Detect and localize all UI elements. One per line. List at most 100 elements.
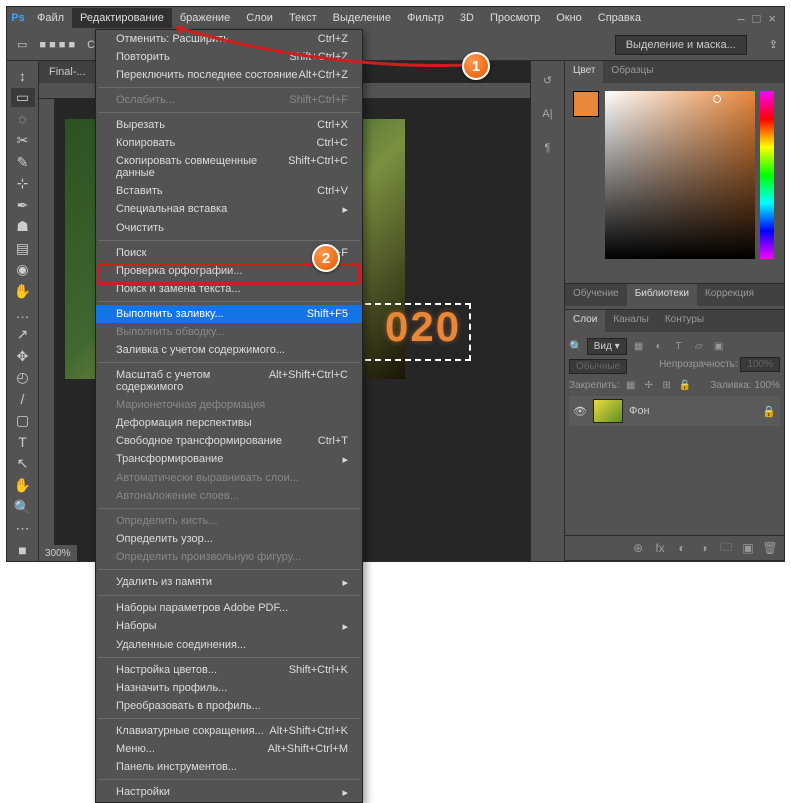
menu-item[interactable]: Заливка с учетом содержимого... bbox=[96, 341, 362, 359]
lock-position-icon[interactable]: ✢ bbox=[642, 378, 656, 392]
menu-item[interactable]: ПовторитьShift+Ctrl+Z bbox=[96, 48, 362, 66]
tool-13[interactable]: ✥ bbox=[11, 346, 35, 366]
tool-15[interactable]: / bbox=[11, 389, 35, 409]
opacity-field[interactable]: 100% bbox=[740, 357, 780, 372]
tool-11[interactable]: … bbox=[11, 303, 35, 323]
menu-item[interactable]: Отменить: РасширитьCtrl+Z bbox=[96, 30, 362, 48]
history-icon[interactable]: ↺ bbox=[537, 69, 559, 91]
tab-Коррекция[interactable]: Коррекция bbox=[697, 284, 762, 306]
tool-10[interactable]: ✋ bbox=[11, 282, 35, 302]
menu-item[interactable]: Скопировать совмещенные данныеShift+Ctrl… bbox=[96, 152, 362, 182]
menu-окно[interactable]: Окно bbox=[548, 8, 590, 28]
filter-smart-icon[interactable]: ▣ bbox=[711, 339, 727, 355]
tool-7[interactable]: ☗ bbox=[11, 217, 35, 237]
menu-item[interactable]: Трансформирование▸ bbox=[96, 450, 362, 469]
tab-Обучение[interactable]: Обучение bbox=[565, 284, 627, 306]
menu-item[interactable]: Очистить bbox=[96, 219, 362, 237]
tab-Каналы[interactable]: Каналы bbox=[605, 310, 657, 332]
menu-3d[interactable]: 3D bbox=[452, 8, 482, 28]
menu-item[interactable]: Масштаб с учетом содержимогоAlt+Shift+Ct… bbox=[96, 366, 362, 396]
menu-текст[interactable]: Текст bbox=[281, 8, 325, 28]
menu-item[interactable]: Деформация перспективы bbox=[96, 414, 362, 432]
filter-type-icon[interactable]: T bbox=[671, 339, 687, 355]
menu-просмотр[interactable]: Просмотр bbox=[482, 8, 548, 28]
layer-mask-icon[interactable]: ◐ bbox=[674, 540, 690, 556]
tool-6[interactable]: ✒ bbox=[11, 195, 35, 215]
fill-field[interactable]: 100% bbox=[754, 380, 780, 391]
minimize-icon[interactable]: – bbox=[737, 11, 744, 26]
menu-item[interactable]: Панель инструментов... bbox=[96, 758, 362, 776]
menu-item[interactable]: КопироватьCtrl+C bbox=[96, 134, 362, 152]
tool-19[interactable]: ✋ bbox=[11, 476, 35, 496]
menu-item[interactable]: Наборы параметров Adobe PDF... bbox=[96, 599, 362, 617]
menu-item[interactable]: ВырезатьCtrl+X bbox=[96, 116, 362, 134]
tool-8[interactable]: ▤ bbox=[11, 239, 35, 259]
menu-item[interactable]: Меню...Alt+Shift+Ctrl+M bbox=[96, 740, 362, 758]
tool-0[interactable]: ↕ bbox=[11, 66, 35, 86]
menu-item[interactable]: Удалить из памяти▸ bbox=[96, 573, 362, 592]
tool-4[interactable]: ✎ bbox=[11, 152, 35, 172]
menu-item[interactable]: Настройка цветов...Shift+Ctrl+K bbox=[96, 661, 362, 679]
menu-item[interactable]: Выполнить заливку...Shift+F5 bbox=[96, 305, 362, 323]
tab-Библиотеки[interactable]: Библиотеки bbox=[627, 284, 697, 306]
menu-item[interactable]: Наборы▸ bbox=[96, 617, 362, 636]
menu-справка[interactable]: Справка bbox=[590, 8, 649, 28]
tool-5[interactable]: ⊹ bbox=[11, 174, 35, 194]
layer-group-icon[interactable]: 🗀 bbox=[718, 540, 734, 556]
menu-item[interactable]: Специальная вставка▸ bbox=[96, 200, 362, 219]
menu-фильтр[interactable]: Фильтр bbox=[399, 8, 452, 28]
delete-layer-icon[interactable]: 🗑 bbox=[762, 540, 778, 556]
tool-22[interactable]: ■ bbox=[11, 540, 35, 560]
marquee-icon[interactable]: ▭ bbox=[17, 38, 27, 51]
lock-artboard-icon[interactable]: ⊞ bbox=[660, 378, 674, 392]
color-field[interactable] bbox=[605, 91, 755, 259]
menu-item[interactable]: Настройки▸ bbox=[96, 783, 362, 802]
maximize-icon[interactable]: □ bbox=[753, 11, 761, 26]
tool-1[interactable]: ▭ bbox=[11, 88, 35, 108]
foreground-swatch[interactable] bbox=[573, 91, 599, 117]
tab-Цвет[interactable]: Цвет bbox=[565, 61, 603, 83]
tool-17[interactable]: T bbox=[11, 433, 35, 453]
tool-12[interactable]: ↗ bbox=[11, 325, 35, 345]
tool-14[interactable]: ◴ bbox=[11, 368, 35, 388]
select-and-mask-button[interactable]: Выделение и маска... bbox=[615, 35, 747, 55]
filter-shape-icon[interactable]: ▱ bbox=[691, 339, 707, 355]
visibility-icon[interactable]: 👁 bbox=[573, 405, 587, 418]
paragraph-icon[interactable]: ¶ bbox=[537, 137, 559, 159]
tool-2[interactable]: ◌ bbox=[11, 109, 35, 129]
menu-item[interactable]: ВставитьCtrl+V bbox=[96, 182, 362, 200]
layer-fx-icon[interactable]: fx bbox=[652, 540, 668, 556]
tab-Контуры[interactable]: Контуры bbox=[657, 310, 712, 332]
tool-20[interactable]: 🔍 bbox=[11, 497, 35, 517]
menu-редактирование[interactable]: Редактирование bbox=[72, 8, 172, 28]
new-layer-icon[interactable]: ▣ bbox=[740, 540, 756, 556]
lock-all-icon[interactable]: 🔒 bbox=[678, 378, 692, 392]
blend-mode-select[interactable]: Обычные bbox=[569, 359, 627, 374]
menu-бражение[interactable]: бражение bbox=[172, 8, 238, 28]
tool-3[interactable]: ✂ bbox=[11, 131, 35, 151]
menu-item[interactable]: Переключить последнее состояниеAlt+Ctrl+… bbox=[96, 66, 362, 84]
tab-Слои[interactable]: Слои bbox=[565, 310, 605, 332]
menu-item[interactable]: Определить узор... bbox=[96, 530, 362, 548]
tool-21[interactable]: ⋯ bbox=[11, 519, 35, 539]
share-icon[interactable]: ⇪ bbox=[769, 38, 778, 51]
tab-Образцы[interactable]: Образцы bbox=[603, 61, 661, 83]
layer-row[interactable]: 👁 Фон 🔒 bbox=[569, 396, 780, 426]
filter-adjust-icon[interactable]: ◐ bbox=[651, 339, 667, 355]
tool-9[interactable]: ◉ bbox=[11, 260, 35, 280]
lock-pixels-icon[interactable]: ▦ bbox=[624, 378, 638, 392]
hue-slider[interactable] bbox=[760, 91, 774, 259]
menu-файл[interactable]: Файл bbox=[29, 8, 72, 28]
tool-16[interactable]: ▢ bbox=[11, 411, 35, 431]
menu-item[interactable]: Поиск и замена текста... bbox=[96, 280, 362, 298]
filter-pixel-icon[interactable]: ▦ bbox=[631, 339, 647, 355]
tool-18[interactable]: ↖ bbox=[11, 454, 35, 474]
close-icon[interactable]: × bbox=[768, 11, 776, 26]
menu-выделение[interactable]: Выделение bbox=[325, 8, 399, 28]
adjustment-layer-icon[interactable]: ◑ bbox=[696, 540, 712, 556]
menu-item[interactable]: Клавиатурные сокращения...Alt+Shift+Ctrl… bbox=[96, 722, 362, 740]
character-icon[interactable]: A| bbox=[537, 103, 559, 125]
menu-item[interactable]: Удаленные соединения... bbox=[96, 636, 362, 654]
menu-item[interactable]: Свободное трансформированиеCtrl+T bbox=[96, 432, 362, 450]
menu-item[interactable]: Назначить профиль... bbox=[96, 679, 362, 697]
